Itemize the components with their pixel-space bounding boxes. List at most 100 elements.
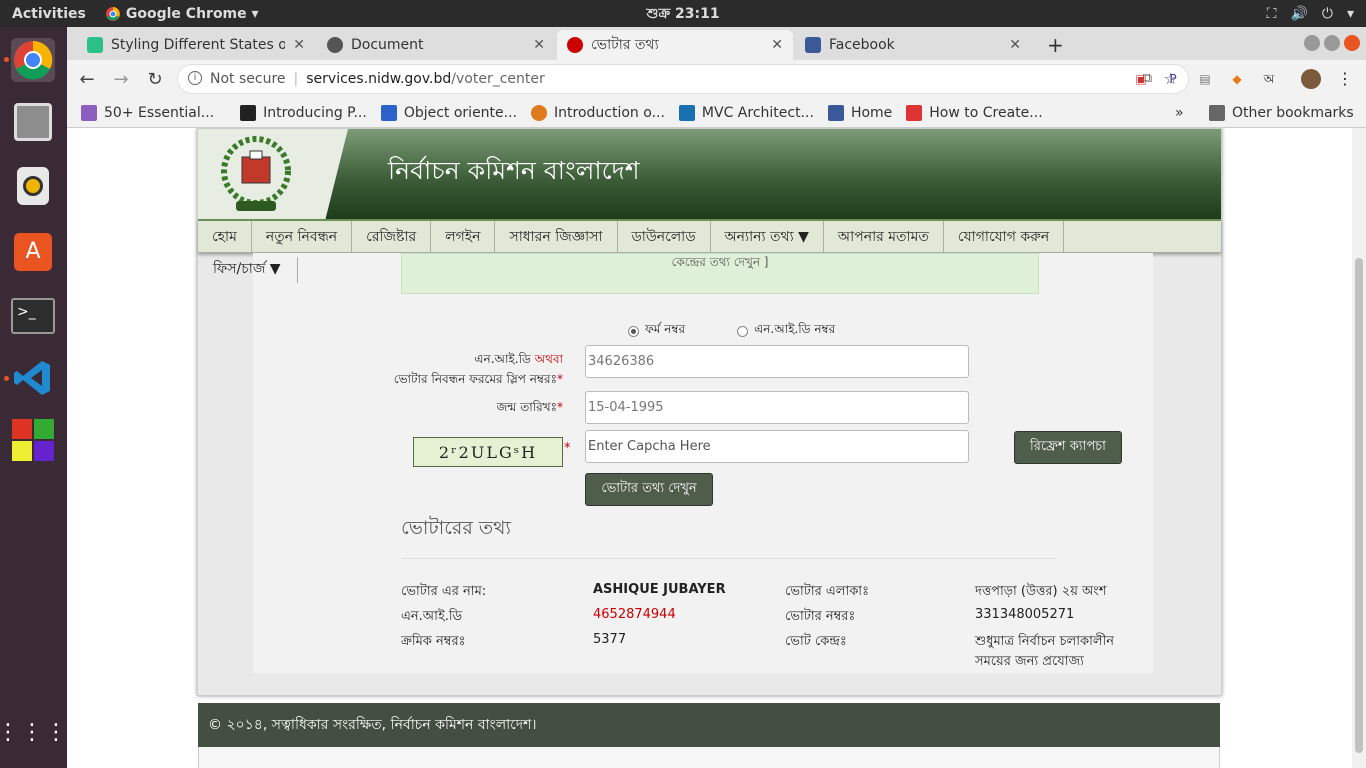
search-type-radios: ফর্ম নম্বর এন.আই.ডি নম্বর [628,321,835,341]
dob-input[interactable]: 15-04-1995 [585,391,969,424]
radio-nid-number[interactable]: এন.আই.ডি নম্বর [737,321,835,341]
view-voter-info-button[interactable]: ভোটার তথ্য দেখুন [585,473,713,506]
bookmark-favicon-icon [81,104,97,121]
nav-fees[interactable]: ফিস/চার্জ ▼ [213,257,298,283]
radio-circle[interactable] [737,325,749,337]
bookmark-favicon-icon [240,104,257,121]
nav-new-registration[interactable]: নতুন নিবন্ধন [252,220,353,253]
tab-document[interactable]: Document ✕ [317,30,555,60]
nav-home[interactable]: হোম [198,220,252,253]
chrome-tab-strip: Styling Different States o ✕ Document ✕ … [67,27,1366,60]
vscode-launcher-icon[interactable] [11,356,55,400]
extension-icon[interactable]: ▤ [1195,69,1215,89]
bookmarks-overflow-button[interactable]: » [1175,105,1184,121]
nav-register[interactable]: রেজিষ্টার [352,220,432,253]
app-menu-label: Google Chrome ▾ [125,5,259,22]
nav-download[interactable]: ডাউনলোড [618,220,711,253]
files-launcher-icon[interactable] [11,100,55,144]
bookmark-favicon-icon [827,104,844,121]
bookmark-favicon-icon [380,104,397,121]
election-commission-seal-icon [221,136,291,211]
metamask-icon[interactable]: ◆ [1227,69,1247,89]
launcher-dock: A >_ ⋮⋮⋮ [0,27,67,768]
other-bookmarks-folder[interactable]: Other bookmarks [1209,104,1354,121]
nav-feedback[interactable]: আপনার মতামত [824,220,944,253]
nid-label-or: অথবা [534,352,563,366]
site-header: নির্বাচন কমিশন বাংলাদেশ [198,129,1221,219]
site-container: নির্বাচন কমিশন বাংলাদেশ হোম নতুন নিবন্ধন… [197,128,1222,696]
maximize-icon[interactable] [1324,35,1340,51]
nid-value: 4652874944 [593,607,676,622]
close-icon[interactable]: ✕ [771,37,783,53]
show-apps-icon[interactable]: ⋮⋮⋮ [0,710,67,754]
center-value-line1: শুধুমাত্র নির্বাচন চলাকালীন [975,634,1115,649]
software-center-launcher-icon[interactable]: A [11,230,55,274]
tab-voter-info[interactable]: ভোটার তথ্য ✕ [557,30,793,60]
radio-form-number[interactable]: ফর্ম নম্বর [628,321,685,341]
close-window-icon[interactable] [1344,35,1360,51]
nav-other-info[interactable]: অন্যান্য তথ্য ▼ [711,220,824,253]
radio-circle[interactable] [628,325,639,337]
voter-number-label: ভোটার নম্বরঃ [785,609,856,624]
workspaces-launcher-icon[interactable] [11,418,55,462]
bookmark-label: 50+ Essential... [104,104,215,121]
folder-icon [1209,104,1225,121]
tab-styling-states[interactable]: Styling Different States o ✕ [77,30,315,60]
captcha-image: 2ʳ2ULGˢH [413,437,563,467]
web-page: নির্বাচন কমিশন বাংলাদেশ হোম নতুন নিবন্ধন… [67,128,1352,768]
chrome-launcher-icon[interactable] [11,38,55,82]
url-host: services.nidw.gov.bd [306,71,452,87]
tab-favicon-icon [805,37,821,53]
main-nav: হোম নতুন নিবন্ধন রেজিষ্টার লগইন সাধারন জ… [198,219,1221,253]
nav-login[interactable]: লগইন [431,220,496,253]
extension-p-icon[interactable]: P [1163,69,1183,89]
minimize-icon[interactable] [1304,35,1320,51]
rhythmbox-launcher-icon[interactable] [11,164,55,208]
bookmark-item[interactable]: How to Create... [906,104,1043,121]
voter-area-value: দত্তপাড়া (উত্তর) ২য় অংশ [975,584,1107,599]
system-tray[interactable]: ⛶ 🔊 ⏻ ▾ [1267,6,1354,22]
close-icon[interactable]: ✕ [533,37,545,53]
avro-icon[interactable]: অ [1259,69,1279,89]
bookmark-item[interactable]: 50+ Essential... [81,104,215,121]
close-icon[interactable]: ✕ [1009,37,1021,53]
tab-favicon-icon [87,37,103,53]
close-icon[interactable]: ✕ [293,37,305,53]
form-number-input[interactable]: 34626386 [585,345,969,378]
scrollbar-thumb[interactable] [1355,258,1363,753]
bookmark-item[interactable]: Home [827,104,892,121]
bookmarks-bar: 50+ Essential... Introducing P... Object… [67,98,1366,128]
bookmark-item[interactable]: Object oriente... [380,104,517,121]
radio-label: ফর্ম নম্বর [645,322,686,336]
bookmark-item[interactable]: Introducing P... [240,104,367,121]
tab-title: Styling Different States o [111,37,286,53]
tab-facebook[interactable]: Facebook ✕ [795,30,1031,60]
nav-faq[interactable]: সাধারন জিজ্ঞাসা [495,220,618,253]
back-icon[interactable]: ← [73,69,101,90]
activities-button[interactable]: Activities [12,6,86,22]
refresh-captcha-button[interactable]: রিফ্রেশ ক্যাপচা [1014,431,1122,464]
tab-title: Facebook [829,37,895,53]
slip-label-text: ভোটার নিবন্ধন ফরমের স্লিপ নম্বরঃ [393,372,557,386]
app-menu[interactable]: Google Chrome ▾ [105,5,259,22]
forward-icon[interactable]: → [107,69,135,90]
bookmark-item[interactable]: Introduction o... [531,104,665,121]
extension-icon[interactable]: ▣ [1131,69,1151,89]
bookmark-favicon-icon [906,104,923,121]
new-tab-button[interactable]: + [1037,30,1074,60]
voter-name-label: ভোটার এর নাম: [401,584,487,599]
info-icon[interactable]: i [188,71,202,85]
captcha-input[interactable]: Enter Capcha Here [585,430,969,463]
divider [401,558,1056,559]
terminal-launcher-icon[interactable]: >_ [11,294,55,338]
bookmark-label: Introduction o... [554,104,665,121]
reload-icon[interactable]: ↻ [141,69,169,90]
bookmark-item[interactable]: MVC Architect... [678,104,814,121]
menu-kebab-icon[interactable]: ⋮ [1335,69,1355,89]
nav-contact[interactable]: যোগাযোগ করুন [944,220,1065,253]
address-bar[interactable]: i Not secure | services.nidw.gov.bd/vote… [177,64,1189,94]
avatar[interactable] [1301,69,1321,89]
page-scrollbar[interactable] [1352,128,1366,768]
required-mark: * [557,372,563,386]
tab-title: Document [351,37,424,53]
